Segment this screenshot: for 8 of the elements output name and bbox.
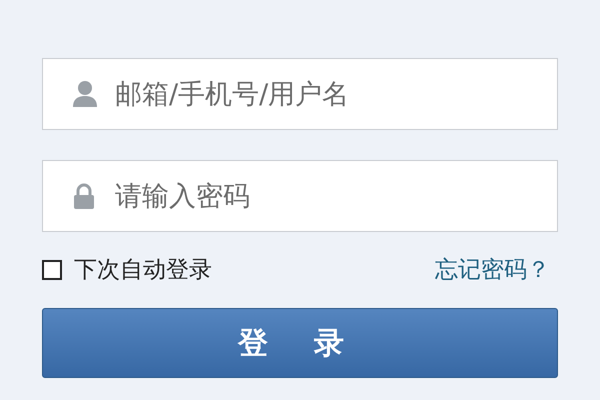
user-icon	[72, 80, 98, 108]
checkbox[interactable]	[42, 260, 62, 280]
login-button[interactable]: 登 录	[42, 308, 558, 378]
input-field[interactable]: 请输入密码	[42, 160, 558, 232]
remember-label: 下次自动登录	[74, 256, 212, 285]
lock-icon	[72, 182, 96, 210]
input-field[interactable]: 邮箱/手机号/用户名	[42, 58, 558, 130]
forgot-password-link[interactable]: 忘记密码？	[435, 252, 550, 288]
